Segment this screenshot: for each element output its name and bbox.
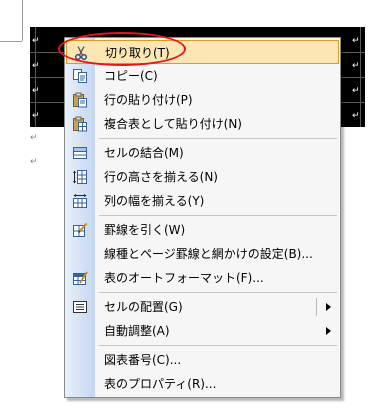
menu-item-label: 図表番号(C)... — [104, 353, 182, 367]
menu-item-caption[interactable]: 図表番号(C)... — [66, 348, 339, 372]
cell-end-mark: ↵ — [32, 86, 40, 96]
table-autoformat-icon — [72, 270, 88, 286]
cell-alignment-icon — [72, 299, 88, 315]
margin-guide — [22, 0, 23, 41]
menu-separator — [99, 215, 337, 216]
submenu-arrow-icon — [326, 303, 331, 311]
margin-guide — [0, 41, 22, 42]
menu-item-autofit[interactable]: 自動調整(A) — [66, 319, 339, 343]
cell-end-mark: ↵ — [32, 36, 40, 46]
submenu-divider — [316, 298, 317, 316]
paste-icon — [72, 92, 88, 108]
menu-item-paste-nested-table[interactable]: 複合表として貼り付け(N) — [66, 112, 339, 136]
paragraph-mark: ↵ — [30, 133, 38, 143]
menu-item-copy[interactable]: コピー(C) — [66, 64, 339, 88]
cell-end-mark: ↵ — [352, 36, 360, 46]
paste-table-icon — [72, 116, 88, 132]
cell-end-mark: ↵ — [352, 61, 360, 71]
cell-end-mark: ↵ — [352, 86, 360, 96]
cell-end-mark: ↵ — [32, 111, 40, 121]
menu-item-distribute-columns[interactable]: 列の幅を揃える(Y) — [66, 189, 339, 213]
menu-item-borders-shading[interactable]: 線種とページ罫線と網かけの設定(B)... — [66, 242, 339, 266]
distribute-rows-icon — [72, 169, 88, 185]
menu-item-label: セルの配置(G) — [104, 300, 183, 314]
menu-separator — [99, 138, 337, 139]
menu-item-table-autoformat[interactable]: 表のオートフォーマット(F)... — [66, 266, 339, 290]
menu-item-label: 行の貼り付け(P) — [104, 93, 193, 107]
menu-item-merge-cells[interactable]: セルの結合(M) — [66, 141, 339, 165]
draw-table-icon — [72, 222, 88, 238]
paragraph-mark: ↵ — [30, 157, 38, 167]
distribute-columns-icon — [72, 193, 88, 209]
highlight-ellipse — [58, 32, 186, 66]
menu-item-draw-table[interactable]: 罫線を引く(W) — [66, 218, 339, 242]
copy-icon — [72, 68, 88, 84]
menu-item-label: コピー(C) — [104, 69, 158, 83]
menu-separator — [99, 292, 337, 293]
merge-cells-icon — [72, 145, 88, 161]
menu-item-label: 表のプロパティ(R)... — [104, 377, 217, 391]
menu-item-label: 自動調整(A) — [104, 324, 170, 338]
menu-separator — [99, 345, 337, 346]
menu-item-label: 行の高さを揃える(N) — [104, 170, 218, 184]
menu-item-distribute-rows[interactable]: 行の高さを揃える(N) — [66, 165, 339, 189]
menu-item-cell-alignment[interactable]: セルの配置(G) — [66, 295, 339, 319]
submenu-arrow-icon — [326, 327, 331, 335]
cell-end-mark: ↵ — [32, 61, 40, 71]
menu-item-table-properties[interactable]: 表のプロパティ(R)... — [66, 372, 339, 396]
menu-item-label: 線種とページ罫線と網かけの設定(B)... — [104, 247, 313, 261]
table-column-border — [360, 27, 361, 127]
menu-item-label: セルの結合(M) — [104, 146, 184, 160]
menu-item-paste-rows[interactable]: 行の貼り付け(P) — [66, 88, 339, 112]
cell-end-mark: ↵ — [352, 111, 360, 121]
menu-item-label: 表のオートフォーマット(F)... — [104, 271, 264, 285]
menu-item-label: 罫線を引く(W) — [104, 223, 186, 237]
menu-item-label: 複合表として貼り付け(N) — [104, 117, 242, 131]
context-menu: 切り取り(T) コピー(C) 行の貼り付け(P) 複合表として貼り付け(N) セ… — [64, 37, 341, 398]
menu-item-label: 列の幅を揃える(Y) — [104, 194, 205, 208]
